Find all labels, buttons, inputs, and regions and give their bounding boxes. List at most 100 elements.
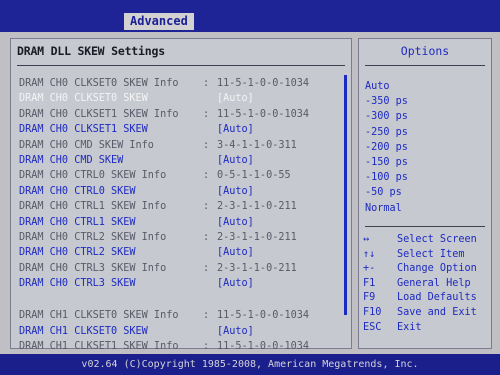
setting-value[interactable]: [Auto] [217,245,254,260]
options-panel: Options Auto -350 ps -300 ps -250 ps -200 ps… [358,38,492,349]
top-menu-bar: Advanced [0,0,500,32]
info-row: DRAM CH1 CLKSET0 SKEW Info:11-5-1-0-0-10… [11,308,351,323]
setting-label: DRAM CH0 CTRL3 SKEW [19,278,136,290]
scrollbar[interactable] [344,75,347,315]
info-value: 2-3-1-1-0-211 [217,231,297,243]
info-row: DRAM CH0 CTRL3 SKEW Info:2-3-1-1-0-211 [11,261,351,276]
setting-row[interactable]: DRAM CH0 CTRL2 SKEW [Auto] [11,245,351,260]
setting-value[interactable]: [Auto] [217,153,254,168]
separator: : [203,262,210,274]
option-item[interactable]: -100 ps [365,172,408,183]
title-divider [17,65,345,66]
help-divider [365,226,485,227]
setting-label: DRAM CH1 CLKSET0 SKEW Info [19,310,179,322]
help-key: +- [363,263,376,275]
help-entry: F10 Save and Exit [359,306,493,321]
info-value: 2-3-1-1-0-211 [217,201,297,213]
help-entry: ↑↓ Select Item [359,248,493,263]
setting-row[interactable]: DRAM CH1 CLKSET0 SKEW [Auto] [11,324,351,339]
setting-label: DRAM CH0 CTRL0 SKEW Info [19,170,167,182]
setting-label: DRAM CH0 CLKSET0 SKEW Info [19,78,179,89]
separator: : [203,170,210,182]
separator: : [203,139,210,151]
info-row: DRAM CH0 CLKSET0 SKEW Info:11-5-1-0-0-10… [11,76,351,91]
help-key: F10 [363,307,382,318]
help-entry: F9 Load Defaults [359,291,493,306]
copyright-footer: v02.64 (C)Copyright 1985-2008, American … [0,354,500,375]
info-row: DRAM CH0 CMD SKEW Info:3-4-1-1-0-311 [11,138,351,153]
separator: : [203,108,210,120]
info-value: 0-5-1-1-0-55 [217,170,291,182]
info-row: DRAM CH0 CTRL0 SKEW Info:0-5-1-1-0-55 [11,168,351,183]
info-value: 11-5-1-0-0-1034 [217,78,310,89]
separator: : [203,231,210,243]
help-entry: F1 General Help [359,277,493,292]
setting-row[interactable]: DRAM CH0 CLKSET0 SKEW [Auto] [11,91,351,106]
help-description: Save and Exit [397,307,477,318]
settings-panel: DRAM DLL SKEW Settings DRAM CH0 CLKSET0 … [10,38,352,352]
setting-label: DRAM CH1 CLKSET0 SKEW [19,325,148,337]
setting-label: DRAM CH0 CTRL1 SKEW [19,216,136,228]
options-title: Options [400,44,450,58]
setting-label: DRAM CH0 CTRL2 SKEW Info [19,231,167,243]
setting-value[interactable]: [Auto] [217,91,254,106]
option-item[interactable]: -250 ps [365,127,408,138]
help-key: F1 [363,277,376,289]
setting-value[interactable]: [Auto] [217,215,254,230]
help-key: ↔ [363,234,370,245]
setting-label: DRAM CH1 CLKSET1 SKEW Info [19,341,179,353]
help-description: Select Screen [397,234,477,245]
help-key: F9 [363,292,376,304]
separator: : [203,201,210,213]
setting-value[interactable]: [Auto] [217,324,254,339]
setting-label: DRAM CH0 CLKSET0 SKEW [19,93,148,105]
option-item[interactable]: -200 ps [365,142,408,153]
help-description: Select Item [397,248,465,260]
help-entry: ↔ Select Screen [359,233,493,248]
row-spacer [11,291,351,308]
separator: : [203,78,210,89]
option-item[interactable]: -300 ps [365,111,408,122]
option-item[interactable]: -150 ps [365,157,408,168]
info-value: 2-3-1-1-0-211 [217,262,297,274]
info-row: DRAM CH0 CTRL2 SKEW Info:2-3-1-1-0-211 [11,230,351,245]
info-value: 11-5-1-0-0-1034 [217,341,310,353]
option-item[interactable]: -350 ps [365,96,408,107]
help-entry: ESC Exit [359,321,493,336]
info-row: DRAM CH0 CLKSET1 SKEW Info:11-5-1-0-0-10… [11,107,351,122]
setting-label: DRAM CH0 CTRL1 SKEW Info [19,201,167,213]
setting-value[interactable]: [Auto] [217,276,254,291]
help-key: ESC [363,321,382,333]
info-row: DRAM CH0 CTRL1 SKEW Info:2-3-1-1-0-211 [11,199,351,214]
info-value: 3-4-1-1-0-311 [217,139,297,151]
help-description: Exit [397,321,422,333]
setting-label: DRAM CH0 CMD SKEW Info [19,139,154,151]
info-value: 11-5-1-0-0-1034 [217,108,310,120]
option-item[interactable]: Auto [365,81,390,92]
page-title: DRAM DLL SKEW Settings [17,44,165,58]
option-item[interactable]: -50 ps [365,187,402,198]
option-item[interactable]: Normal [365,203,402,214]
help-description: Load Defaults [397,292,477,304]
setting-row[interactable]: DRAM CH0 CTRL3 SKEW [Auto] [11,276,351,291]
help-entry: +- Change Option [359,262,493,277]
settings-list: DRAM CH0 CLKSET0 SKEW Info:11-5-1-0-0-10… [11,76,351,355]
setting-label: DRAM CH0 CLKSET1 SKEW Info [19,108,179,120]
options-divider [365,65,485,66]
setting-label: DRAM CH0 CTRL3 SKEW Info [19,262,167,274]
separator: : [203,310,210,322]
tab-advanced[interactable]: Advanced [124,13,194,30]
setting-row[interactable]: DRAM CH0 CMD SKEW [Auto] [11,153,351,168]
setting-value[interactable]: [Auto] [217,122,254,137]
setting-row[interactable]: DRAM CH0 CLKSET1 SKEW [Auto] [11,122,351,137]
separator: : [203,341,210,353]
info-value: 11-5-1-0-0-1034 [217,310,310,322]
setting-value[interactable]: [Auto] [217,184,254,199]
info-row: DRAM CH1 CLKSET1 SKEW Info:11-5-1-0-0-10… [11,339,351,354]
help-description: General Help [397,277,471,289]
setting-label: DRAM CH0 CTRL0 SKEW [19,185,136,197]
help-description: Change Option [397,263,477,275]
setting-row[interactable]: DRAM CH0 CTRL0 SKEW [Auto] [11,184,351,199]
setting-label: DRAM CH0 CTRL2 SKEW [19,247,136,259]
setting-row[interactable]: DRAM CH0 CTRL1 SKEW [Auto] [11,215,351,230]
